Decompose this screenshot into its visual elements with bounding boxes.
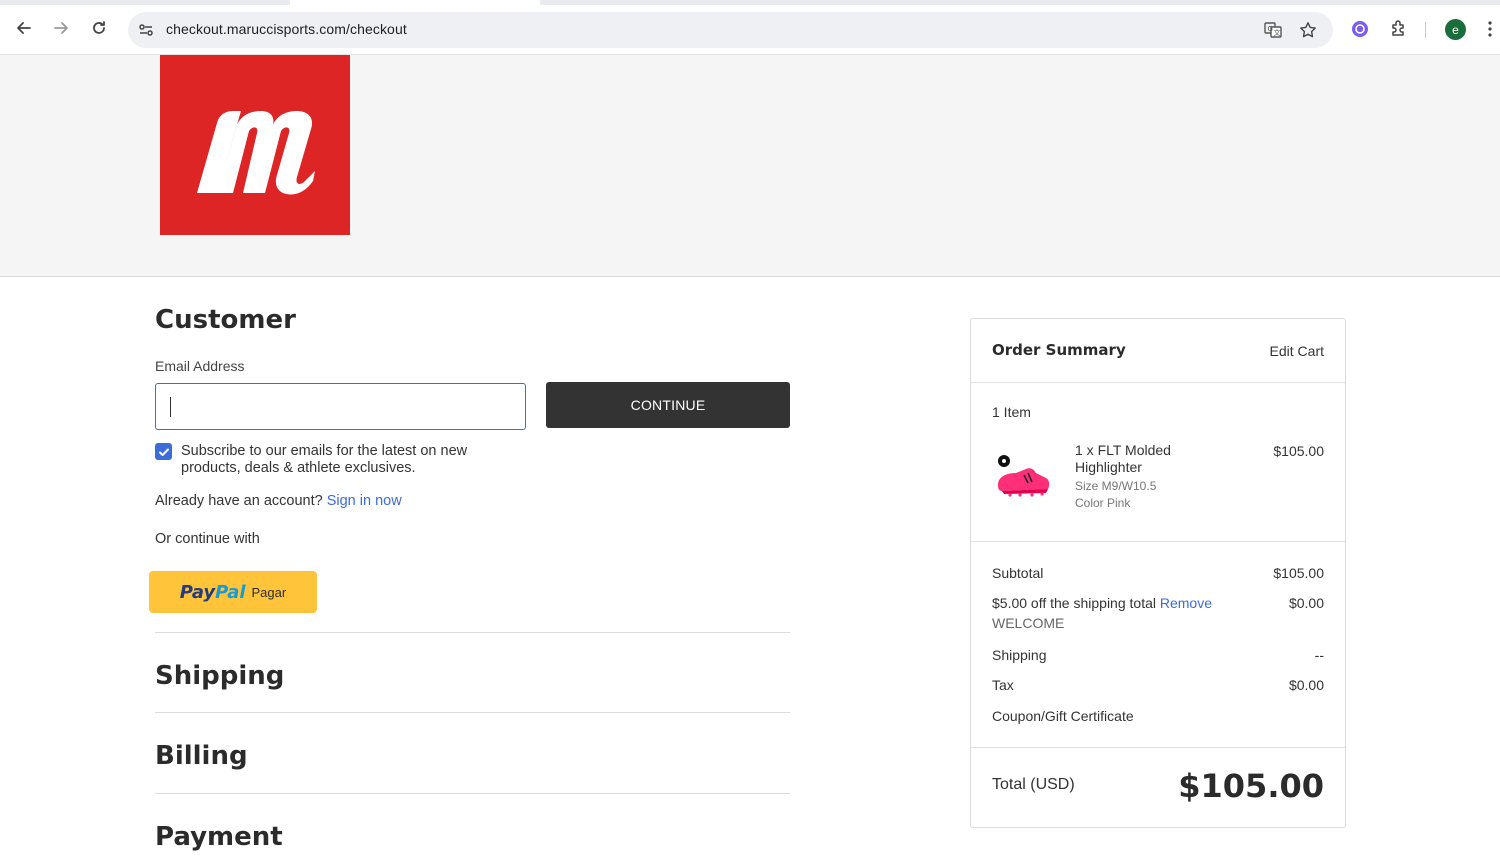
shipping-label: Shipping [992, 647, 1047, 663]
extension-purple-icon[interactable] [1350, 19, 1370, 39]
summary-divider [971, 747, 1345, 748]
summary-divider [971, 382, 1345, 383]
paypal-logo: PayPal [180, 582, 246, 603]
subtotal-label: Subtotal [992, 565, 1044, 581]
email-label: Email Address [155, 358, 245, 374]
forward-icon[interactable] [50, 17, 72, 39]
product-price: $105.00 [1273, 443, 1324, 459]
paypal-button[interactable]: PayPal Pagar [149, 571, 317, 613]
address-bar[interactable]: checkout.maruccisports.com/checkout G文 [128, 12, 1333, 48]
bookmark-star-icon[interactable] [1298, 20, 1318, 40]
site-info-icon[interactable] [136, 20, 156, 40]
product-name: 1 x FLT Molded Highlighter [1075, 442, 1171, 476]
toolbar-divider [1425, 22, 1426, 38]
order-summary-title: Order Summary [992, 341, 1126, 359]
coupon-link[interactable]: Coupon/Gift Certificate [992, 708, 1134, 724]
section-divider [155, 632, 790, 633]
paypal-pagar-label: Pagar [251, 584, 287, 600]
sign-in-link[interactable]: Sign in now [327, 493, 402, 509]
discount-label: $5.00 off the shipping total [992, 595, 1156, 611]
email-field[interactable] [155, 383, 526, 430]
extensions-puzzle-icon[interactable] [1389, 19, 1409, 39]
shipping-value: -- [1314, 647, 1324, 663]
site-header [0, 55, 1500, 277]
or-continue-text: Or continue with [155, 531, 260, 547]
tax-label: Tax [992, 677, 1014, 693]
product-name-line1: 1 x FLT Molded [1075, 442, 1171, 458]
browser-toolbar: checkout.maruccisports.com/checkout G文 e [0, 0, 1500, 55]
subscribe-checkbox[interactable] [155, 443, 172, 460]
back-icon[interactable] [13, 17, 35, 39]
subscribe-label[interactable]: Subscribe to our emails for the latest o… [181, 443, 521, 477]
billing-title[interactable]: Billing [155, 741, 248, 771]
discount-code: WELCOME [992, 615, 1065, 631]
text-caret [170, 397, 171, 417]
summary-divider [971, 541, 1345, 542]
paypal-logo-pal: Pal [215, 581, 246, 603]
svg-text:G: G [1268, 25, 1273, 33]
profile-avatar[interactable]: e [1445, 19, 1466, 40]
marucci-logo[interactable] [160, 55, 350, 235]
discount-line: $5.00 off the shipping total Remove [992, 595, 1212, 611]
section-divider [155, 712, 790, 713]
discount-remove-link[interactable]: Remove [1160, 595, 1212, 611]
continue-button[interactable]: CONTINUE [546, 382, 790, 428]
payment-title[interactable]: Payment [155, 822, 283, 852]
item-count: 1 Item [992, 404, 1031, 420]
product-name-line2: Highlighter [1075, 459, 1142, 475]
product-color: Color Pink [1075, 496, 1131, 510]
account-prompt: Already have an account? Sign in now [155, 493, 402, 509]
paypal-logo-pay: Pay [179, 581, 216, 603]
discount-value: $0.00 [1288, 595, 1324, 611]
shipping-title[interactable]: Shipping [155, 661, 284, 691]
svg-text:文: 文 [1274, 28, 1281, 37]
order-summary: Order Summary Edit Cart 1 Item 1 x FLT M… [970, 318, 1346, 828]
translate-icon[interactable]: G文 [1263, 20, 1283, 40]
edit-cart-link[interactable]: Edit Cart [1270, 343, 1324, 359]
reload-icon[interactable] [88, 17, 110, 39]
product-size: Size M9/W10.5 [1075, 479, 1157, 493]
total-value: $105.00 [1178, 767, 1324, 805]
menu-kebab-icon[interactable] [1484, 19, 1496, 39]
checkmark-icon [158, 448, 169, 456]
total-label: Total (USD) [992, 776, 1075, 793]
tab-strip [0, 0, 1500, 5]
active-tab[interactable] [290, 0, 540, 5]
customer-title: Customer [155, 305, 296, 335]
subtotal-value: $105.00 [1273, 565, 1324, 581]
url-text[interactable]: checkout.maruccisports.com/checkout [166, 21, 407, 37]
section-divider [155, 793, 790, 794]
product-image [992, 447, 1054, 502]
account-prompt-text: Already have an account? [155, 493, 323, 509]
tax-value: $0.00 [1288, 677, 1324, 693]
